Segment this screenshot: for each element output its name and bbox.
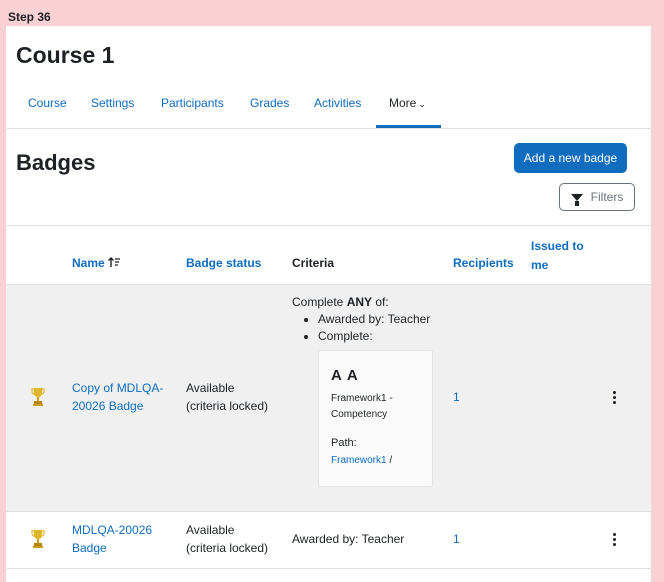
nav-more[interactable]: More ⌄ — [389, 96, 426, 110]
sort-ascending-icon — [108, 257, 121, 267]
filters-button[interactable]: Filters — [559, 183, 635, 211]
competency-name: Framework1 - Competency — [331, 393, 393, 420]
nav-participants[interactable]: Participants — [161, 96, 224, 110]
nav-course[interactable]: Course — [28, 96, 67, 110]
badge-criteria: Awarded by: Teacher — [292, 532, 405, 546]
column-header-recipients[interactable]: Recipients — [453, 256, 514, 270]
kebab-menu-icon[interactable] — [613, 533, 616, 548]
badge-name-line1: MDLQA-20026 — [72, 523, 153, 537]
nav-settings[interactable]: Settings — [91, 96, 134, 110]
course-navigation: Course Settings Participants Grades Acti… — [6, 88, 651, 129]
badge-status: Available (criteria locked) — [186, 379, 268, 415]
kebab-menu-icon[interactable] — [613, 391, 616, 406]
recipients-count-link[interactable]: 1 — [453, 530, 460, 548]
nav-more-label: More — [389, 96, 417, 110]
column-header-issued-to-me[interactable]: Issued to me — [531, 237, 584, 275]
badge-name-link[interactable]: Copy of MDLQA- 20026 Badge — [72, 379, 163, 415]
badge-name-link[interactable]: MDLQA-20026 Badge — [72, 521, 152, 557]
badge-status-line1: Available — [186, 381, 235, 395]
badge-criteria: Complete ANY of: Awarded by: Teacher Com… — [292, 294, 442, 345]
badge-status-line2: (criteria locked) — [186, 541, 269, 555]
competency-abbreviation: A A — [331, 367, 359, 384]
filter-icon — [570, 193, 583, 206]
badge-status-line2: (criteria locked) — [186, 399, 269, 413]
add-badge-button[interactable]: Add a new badge — [514, 143, 627, 173]
nav-grades[interactable]: Grades — [250, 96, 289, 110]
criteria-item-awarded: Awarded by: Teacher — [318, 311, 442, 328]
nav-activities[interactable]: Activities — [314, 96, 361, 110]
badge-name-line1: Copy of MDLQA- — [72, 381, 164, 395]
filters-label: Filters — [590, 190, 624, 204]
competency-path-link[interactable]: Framework1 — [331, 455, 387, 466]
badge-name-line2: Badge — [72, 541, 107, 555]
competency-path-label: Path: — [331, 437, 357, 449]
table-top-border — [6, 225, 651, 226]
criteria-intro: Complete ANY of: — [292, 294, 442, 311]
chevron-down-icon: ⌄ — [418, 99, 426, 109]
criteria-item-complete: Complete: — [318, 328, 442, 345]
criteria-intro-any: ANY — [346, 295, 373, 309]
trophy-icon — [31, 530, 45, 548]
criteria-list: Awarded by: Teacher Complete: — [292, 311, 442, 345]
course-title: Course 1 — [16, 42, 115, 68]
active-tab-indicator — [376, 125, 441, 128]
main-panel: Course 1 Course Settings Participants Gr… — [6, 26, 651, 582]
page-title: Badges — [16, 150, 96, 175]
column-header-badge-status[interactable]: Badge status — [186, 256, 261, 270]
competency-path-separator: / — [386, 455, 393, 466]
column-header-name[interactable]: Name — [72, 256, 121, 270]
trophy-icon — [31, 388, 45, 406]
column-header-issued-line2: me — [531, 258, 549, 272]
badge-name-line2: 20026 Badge — [72, 399, 144, 413]
criteria-intro-prefix: Complete — [292, 295, 347, 309]
column-header-name-label: Name — [72, 256, 105, 270]
column-header-criteria: Criteria — [292, 256, 335, 270]
badge-status-line1: Available — [186, 523, 235, 537]
step-label: Step 36 — [8, 10, 51, 24]
criteria-intro-suffix: of: — [372, 295, 389, 309]
row-border — [6, 568, 651, 569]
competency-path: Framework1 / — [331, 455, 392, 466]
recipients-count-link[interactable]: 1 — [453, 388, 460, 406]
competency-card: A A Framework1 - Competency Path: Framew… — [318, 350, 433, 487]
column-header-issued-line1: Issued to — [531, 239, 584, 253]
badge-status: Available (criteria locked) — [186, 521, 268, 557]
